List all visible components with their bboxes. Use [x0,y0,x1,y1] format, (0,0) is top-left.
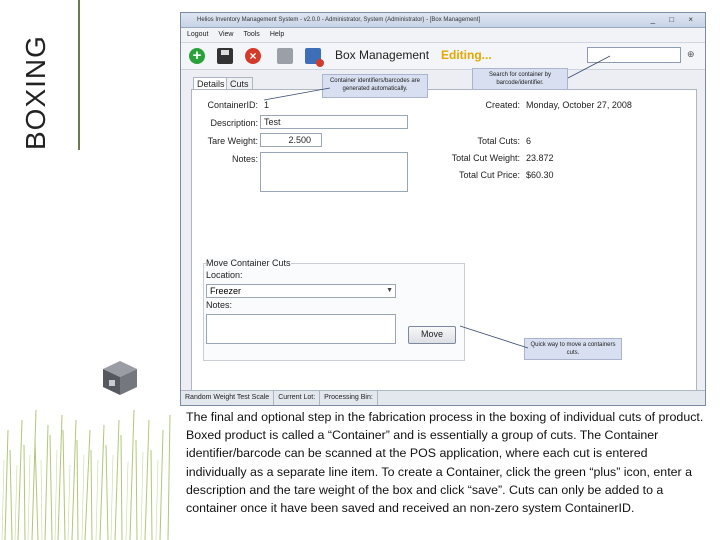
delete-icon[interactable]: × [245,48,261,64]
notes-label: Notes: [231,154,258,164]
total-cut-weight-value: 23.872 [526,153,554,163]
callout-search: Search for container by barcode/identifi… [472,68,568,90]
window-title: Helios Inventory Management System - v2.… [197,17,481,23]
notes-textarea[interactable] [260,152,408,192]
location-select[interactable]: Freezer ▼ [206,284,396,298]
editing-status: Editing... [441,48,492,62]
menu-bar: Logout View Tools Help [181,28,705,43]
container-search-input[interactable] [587,47,681,63]
container-id-value: 1 [264,100,270,110]
toolbar: + × Box Management Editing... ⊕ [181,43,705,70]
window-titlebar: Helios Inventory Management System - v2.… [181,13,705,28]
status-scale: Random Weight Test Scale [181,391,275,405]
chevron-down-icon: ▼ [386,287,393,294]
description-field[interactable]: Test [260,115,408,129]
add-plus-icon[interactable]: + [189,48,205,64]
move-button[interactable]: Move [408,326,456,344]
close-module-icon[interactable] [305,48,324,67]
menu-view[interactable]: View [218,28,233,42]
tare-weight-label: Tare Weight: [207,136,258,146]
created-label: Created: [485,100,520,110]
status-current-lot[interactable]: Current Lot: [274,391,321,405]
module-title: Box Management [335,48,430,62]
total-cuts-value: 6 [526,136,532,146]
print-icon[interactable] [277,48,293,64]
total-cut-price-value: $60.30 [526,170,554,180]
created-value: Monday, October 27, 2008 [526,100,632,110]
status-bar: Random Weight Test Scale Current Lot: Pr… [181,390,705,405]
description-label: Description: [210,118,258,128]
container-id-label: ContainerID: [207,100,258,110]
location-label: Location: [206,270,243,280]
app-window: Helios Inventory Management System - v2.… [180,12,706,406]
menu-help[interactable]: Help [270,28,284,42]
move-notes-label: Notes: [206,300,233,310]
save-disk-icon[interactable] [217,48,233,64]
slide-body-text: The final and optional step in the fabri… [186,410,704,516]
slide-section-title: BOXING [20,35,51,150]
box-container-icon [103,361,137,395]
callout-move: Quick way to move a containers cuts. [524,338,622,360]
pin-icon[interactable]: ⊕ [687,49,695,60]
title-divider [78,0,80,150]
total-cut-price-label: Total Cut Price: [458,170,520,180]
tare-weight-stepper[interactable]: 2.500 [260,133,322,147]
move-cuts-group: Move Container Cuts Location: Freezer ▼ … [203,258,465,361]
total-cuts-label: Total Cuts: [477,136,520,146]
window-controls[interactable]: _ □ × [651,15,699,25]
menu-logout[interactable]: Logout [187,28,208,42]
grass-illustration [1,409,171,540]
status-processing-bin[interactable]: Processing Bin: [320,391,378,405]
move-notes-textarea[interactable] [206,314,396,344]
callout-container-id: Container identifiers/barcodes are gener… [322,74,428,98]
total-cut-weight-label: Total Cut Weight: [451,153,520,163]
location-selected-value: Freezer [210,286,242,296]
menu-tools[interactable]: Tools [243,28,259,42]
move-cuts-title: Move Container Cuts [206,258,291,268]
